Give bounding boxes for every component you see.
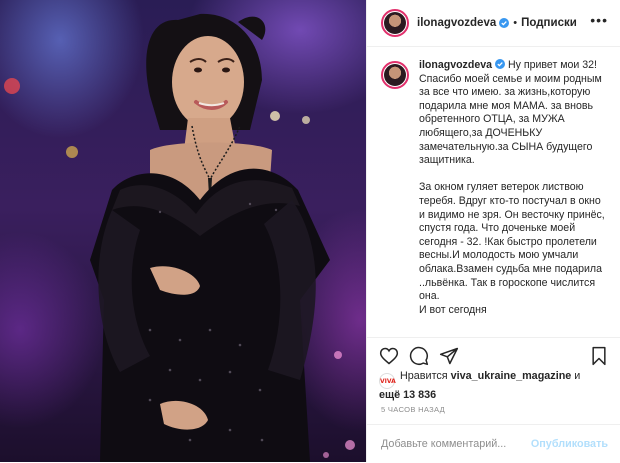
share-icon[interactable] — [439, 346, 459, 366]
caption-text: Ну привет мои 32! Спасибо моей семье и м… — [419, 59, 605, 316]
author-avatar[interactable] — [381, 9, 409, 37]
verified-badge-icon — [495, 59, 505, 69]
post-panel: ilonagvozdeva • Подписки ••• ilonagvozde… — [366, 0, 620, 462]
heart-icon[interactable] — [379, 346, 399, 366]
author-username[interactable]: ilonagvozdeva — [417, 17, 496, 29]
separator-dot: • — [513, 17, 518, 29]
comment-bar: Опубликовать — [367, 424, 620, 463]
post-photo[interactable] — [0, 0, 366, 462]
more-options-icon[interactable]: ••• — [590, 13, 608, 27]
post-timestamp[interactable]: 5 ЧАСОВ НАЗАД — [381, 405, 445, 414]
verified-badge-icon — [499, 18, 510, 28]
bookmark-icon[interactable] — [589, 346, 609, 366]
caption-author-avatar[interactable] — [381, 61, 409, 89]
caption-username[interactable]: ilonagvozdeva — [419, 59, 492, 71]
caption-section: ilonagvozdeva Ну привет мои 32! Спасибо … — [367, 47, 620, 337]
action-bar — [367, 337, 620, 370]
caption-row: ilonagvozdeva Ну привет мои 32! Спасибо … — [367, 47, 620, 317]
likes-prefix: Нравится — [400, 370, 448, 382]
liker-username[interactable]: viva_ukraine_magazine — [451, 370, 572, 382]
post-photo-illustration — [4, 13, 355, 462]
instagram-post: ilonagvozdeva • Подписки ••• ilonagvozde… — [0, 0, 620, 462]
post-header: ilonagvozdeva • Подписки ••• — [367, 0, 620, 47]
publish-comment-button[interactable]: Опубликовать — [531, 438, 608, 450]
likes-and: и — [574, 370, 581, 382]
likes-summary: VIVA Нравится viva_ukraine_magazine и ещё… — [379, 370, 615, 402]
follow-button[interactable]: Подписки — [521, 17, 577, 29]
comment-input[interactable] — [379, 437, 531, 451]
liker-avatar[interactable]: VIVA — [379, 373, 396, 389]
comment-icon[interactable] — [409, 346, 429, 366]
caption-body: ilonagvozdeva Ну привет мои 32! Спасибо … — [419, 59, 607, 317]
likes-count-link[interactable]: ещё 13 836 — [379, 389, 436, 401]
